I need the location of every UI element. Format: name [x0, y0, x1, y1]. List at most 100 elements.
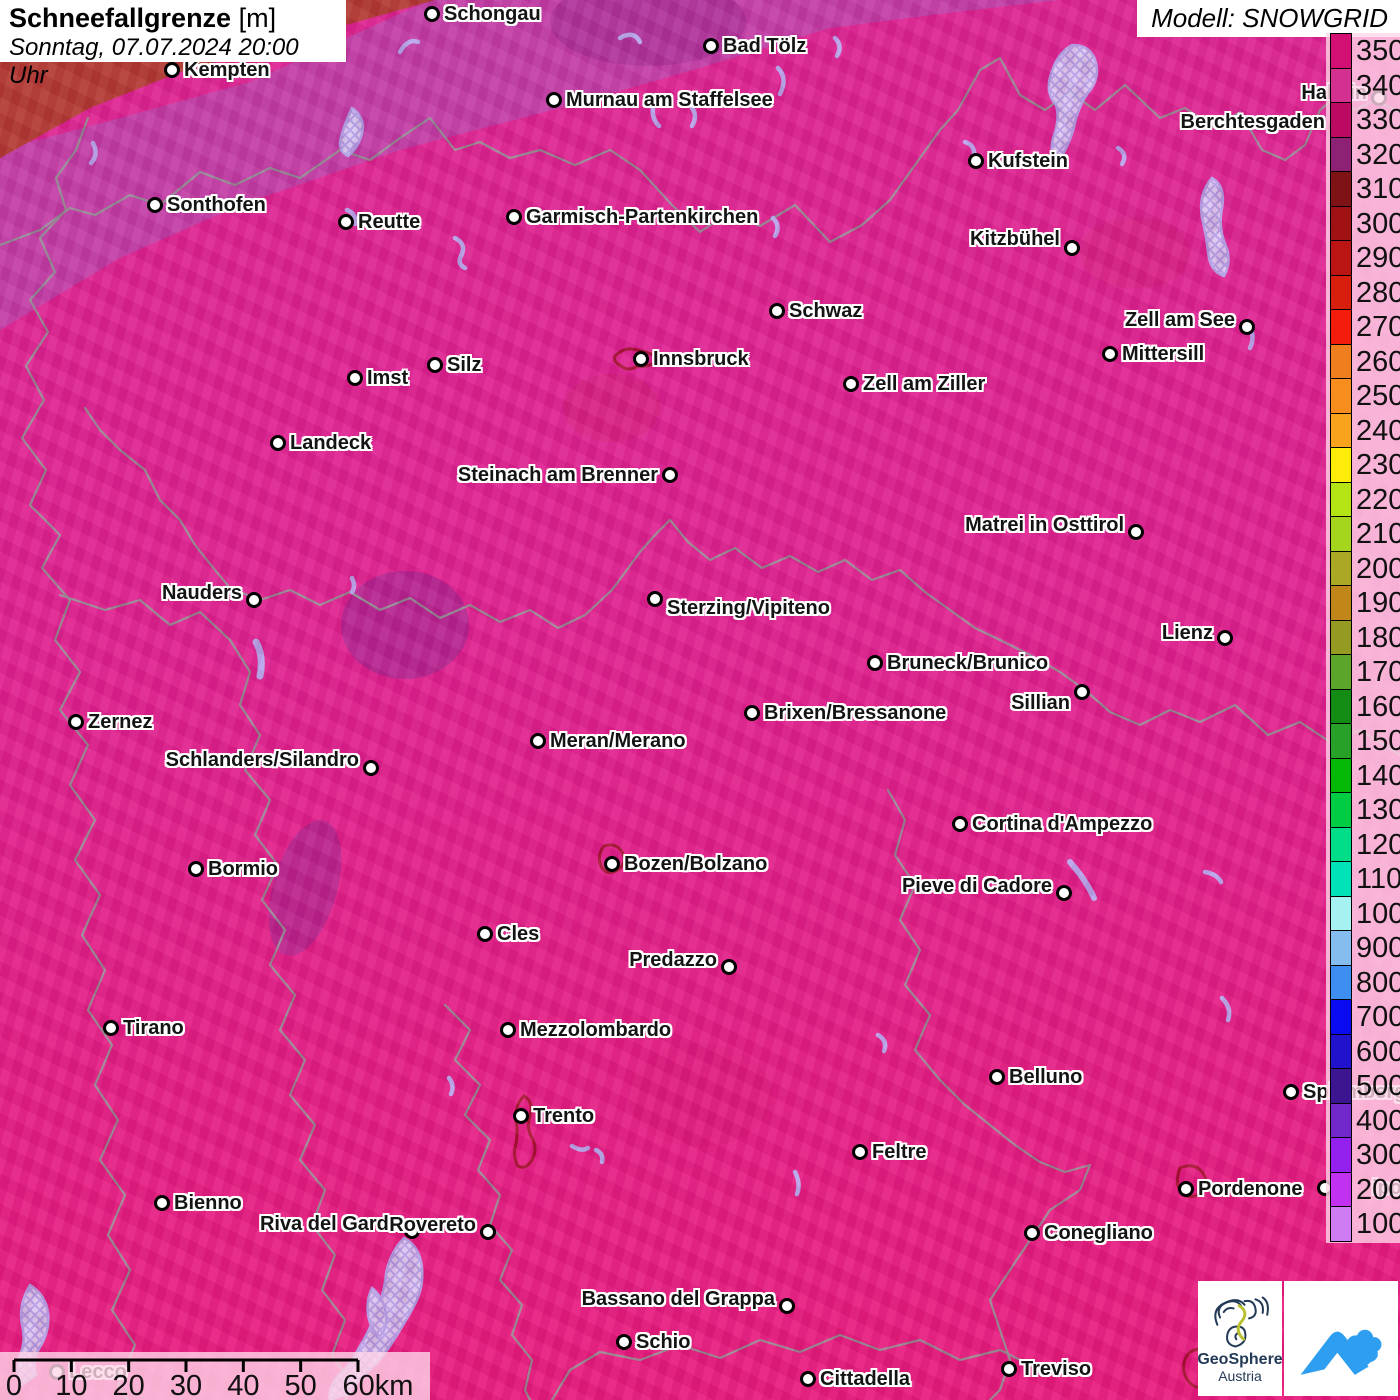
legend-swatch — [1330, 1033, 1352, 1069]
legend-swatch — [1330, 792, 1352, 828]
legend-swatch — [1330, 33, 1352, 69]
legend-swatch — [1330, 964, 1352, 1000]
city-label: Trento — [533, 1105, 595, 1127]
scalebar-tick-label: 30 — [169, 1370, 203, 1400]
legend-swatch — [1330, 1171, 1352, 1207]
city-label: Schongau — [444, 3, 541, 25]
legend-value: 600 — [1356, 1035, 1400, 1068]
legend-value: 1300 — [1356, 794, 1400, 826]
legend-swatch — [1330, 274, 1352, 310]
city-label: Schwaz — [789, 300, 863, 322]
legend-swatch — [1330, 343, 1352, 379]
geosphere-contour-icon — [1214, 1296, 1269, 1348]
city-label: Conegliano — [1044, 1222, 1153, 1244]
city-dot — [363, 760, 379, 776]
city-label: Innsbruck — [653, 348, 749, 370]
city-dot — [989, 1069, 1005, 1085]
city-dot — [546, 92, 562, 108]
city-dot — [633, 351, 649, 367]
legend-value: 2400 — [1356, 414, 1400, 447]
city-dot — [500, 1022, 516, 1038]
city-label: Silz — [447, 354, 482, 376]
legend-swatch — [1330, 447, 1352, 483]
title-unit: [m] — [238, 3, 277, 33]
legend-swatch — [1330, 102, 1352, 138]
page-title: Schneefallgrenze [m] — [9, 3, 337, 34]
city-dot — [769, 303, 785, 319]
city-label: Landeck — [290, 432, 372, 454]
city-label: Mittersill — [1122, 343, 1205, 365]
legend-swatch — [1330, 826, 1352, 862]
city-label: Imst — [367, 367, 409, 389]
legend-swatch — [1330, 171, 1352, 207]
city-label: Riva del Garda — [259, 1213, 400, 1235]
legend-value: 1500 — [1356, 725, 1400, 757]
city-dot — [703, 38, 719, 54]
city-label: Predazzo — [629, 949, 717, 971]
legend-value: 1400 — [1356, 759, 1400, 792]
legend-value: 3500 — [1356, 35, 1400, 67]
city-dot — [1217, 630, 1233, 646]
city-dot — [1056, 885, 1072, 901]
legend-swatch — [1330, 67, 1352, 103]
city-dot — [1064, 240, 1080, 256]
legend-value: 2300 — [1356, 449, 1400, 481]
legend-swatch — [1330, 1206, 1352, 1242]
city-dot — [427, 357, 443, 373]
legend-value: 3000 — [1356, 207, 1400, 240]
city-label: Zell am Ziller — [863, 373, 986, 395]
geosphere-logo-text: GeoSphere — [1197, 1351, 1283, 1368]
city-dot — [721, 959, 737, 975]
city-label: Garmisch-Partenkirchen — [526, 206, 759, 228]
city-dot — [513, 1108, 529, 1124]
scalebar-tick-label: 40 — [227, 1370, 260, 1400]
legend-swatch — [1330, 585, 1352, 621]
city-label: Nauders — [161, 582, 242, 604]
legend-swatch — [1330, 861, 1352, 897]
legend-swatch — [1330, 481, 1352, 517]
scalebar-tick-label: 20 — [112, 1370, 145, 1400]
city-label: Belluno — [1009, 1066, 1083, 1088]
legend-value: 1100 — [1356, 863, 1400, 895]
city-dot — [530, 733, 546, 749]
city-dot — [968, 153, 984, 169]
legend-value: 1700 — [1356, 656, 1400, 688]
city-layer: Schongau Bad Tölz Kempten Murnau am Staffel… — [0, 0, 1400, 1400]
city-dot — [647, 591, 663, 607]
legend-value: 3200 — [1356, 138, 1400, 171]
scalebar-tick-label: 10 — [55, 1370, 88, 1400]
city-label: Cortina d'Ampezzo — [972, 813, 1153, 835]
legend-swatch — [1330, 550, 1352, 586]
city-dot — [662, 467, 678, 483]
legend-swatch — [1330, 1102, 1352, 1138]
legend-value: 1600 — [1356, 690, 1400, 723]
mountain-cloud-logo-icon — [1300, 1329, 1382, 1375]
title-datetime: Sonntag, 07.07.2024 20:00 Uhr — [9, 34, 299, 89]
city-dot — [147, 197, 163, 213]
legend-swatch — [1330, 895, 1352, 931]
city-label: Schio — [636, 1331, 691, 1353]
city-dot — [103, 1020, 119, 1036]
legend-swatch — [1330, 999, 1352, 1035]
city-dot — [800, 1371, 816, 1387]
legend-swatch — [1330, 412, 1352, 448]
legend-swatch — [1330, 378, 1352, 414]
city-label: Tirano — [123, 1017, 184, 1039]
legend-value: 2200 — [1356, 483, 1400, 516]
city-dot — [843, 376, 859, 392]
city-dot — [952, 816, 968, 832]
city-dot — [506, 209, 522, 225]
title-text: Schneefallgrenze — [9, 3, 232, 33]
city-label: Zernez — [88, 711, 153, 733]
city-label: Treviso — [1021, 1358, 1092, 1380]
legend-value: 900 — [1356, 932, 1400, 964]
city-dot — [1074, 684, 1090, 700]
legend-value: 2600 — [1356, 345, 1400, 378]
weather-map-screenshot: Schongau Bad Tölz Kempten Murnau am Staffel… — [0, 0, 1400, 1400]
city-label: Berchtesgaden — [1180, 111, 1326, 133]
city-dot — [1001, 1361, 1017, 1377]
city-dot — [604, 856, 620, 872]
legend-swatch — [1330, 723, 1352, 759]
scalebar-tick-label: 60km — [342, 1370, 414, 1400]
city-label: Bienno — [174, 1192, 242, 1214]
